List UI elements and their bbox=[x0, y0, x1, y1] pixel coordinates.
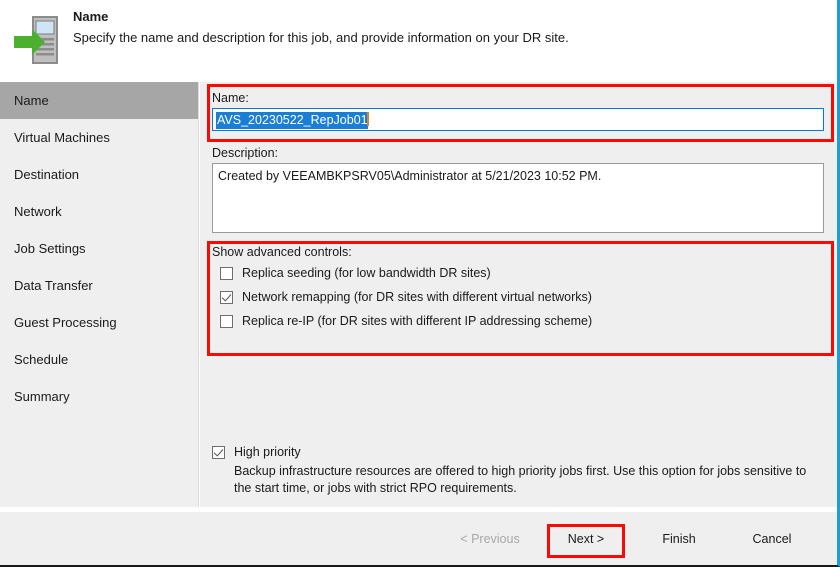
checkbox-row-replica-re-ip[interactable]: Replica re-IP (for DR sites with differe… bbox=[212, 313, 824, 329]
advanced-controls-group: Show advanced controls: Replica seeding … bbox=[212, 245, 824, 337]
sidebar-item-network[interactable]: Network bbox=[0, 193, 198, 230]
dialog-footer: < Previous Next > Finish Cancel bbox=[0, 510, 837, 565]
checkbox-replica-re-ip[interactable] bbox=[220, 315, 233, 328]
description-label: Description: bbox=[212, 146, 824, 160]
page-subtitle: Specify the name and description for thi… bbox=[73, 28, 569, 47]
sidebar-item-job-settings[interactable]: Job Settings bbox=[0, 230, 198, 267]
checkbox-replica-seeding[interactable] bbox=[220, 267, 233, 280]
checkbox-label-network-remapping: Network remapping (for DR sites with dif… bbox=[242, 289, 592, 305]
wizard-dialog: Name Specify the name and description fo… bbox=[0, 0, 840, 567]
checkbox-label-replica-re-ip: Replica re-IP (for DR sites with differe… bbox=[242, 313, 592, 329]
sidebar-item-guest-processing[interactable]: Guest Processing bbox=[0, 304, 198, 341]
header-text-group: Name Specify the name and description fo… bbox=[73, 8, 569, 47]
sidebar-item-name[interactable]: Name bbox=[0, 82, 198, 119]
checkbox-row-replica-seeding[interactable]: Replica seeding (for low bandwidth DR si… bbox=[212, 265, 824, 281]
sidebar-item-virtual-machines[interactable]: Virtual Machines bbox=[0, 119, 198, 156]
checkbox-row-high-priority[interactable]: High priority bbox=[212, 444, 812, 460]
description-textarea[interactable]: Created by VEEAMBKPSRV05\Administrator a… bbox=[212, 163, 824, 233]
name-field-group: Name: AVS_20230522_RepJob01 bbox=[212, 91, 824, 131]
checkbox-high-priority[interactable] bbox=[212, 446, 225, 459]
previous-button[interactable]: < Previous bbox=[445, 526, 535, 552]
checkbox-label-high-priority: High priority bbox=[234, 444, 301, 460]
sidebar-item-destination[interactable]: Destination bbox=[0, 156, 198, 193]
sidebar-item-data-transfer[interactable]: Data Transfer bbox=[0, 267, 198, 304]
main-panel: Name: AVS_20230522_RepJob01 Description:… bbox=[200, 82, 837, 507]
high-priority-group: High priority Backup infrastructure reso… bbox=[212, 444, 812, 497]
high-priority-description: Backup infrastructure resources are offe… bbox=[234, 463, 812, 497]
job-name-value: AVS_20230522_RepJob01 bbox=[216, 112, 368, 129]
replication-job-server-arrow-icon bbox=[12, 12, 62, 68]
cancel-button[interactable]: Cancel bbox=[733, 526, 811, 552]
next-button[interactable]: Next > bbox=[547, 526, 625, 552]
advanced-controls-label: Show advanced controls: bbox=[212, 245, 824, 259]
sidebar-item-summary[interactable]: Summary bbox=[0, 378, 198, 415]
dialog-header: Name Specify the name and description fo… bbox=[0, 0, 837, 82]
finish-button[interactable]: Finish bbox=[640, 526, 718, 552]
text-caret bbox=[367, 112, 369, 126]
checkbox-network-remapping[interactable] bbox=[220, 291, 233, 304]
page-title: Name bbox=[73, 8, 569, 26]
wizard-step-sidebar: Name Virtual Machines Destination Networ… bbox=[0, 82, 199, 507]
checkbox-label-replica-seeding: Replica seeding (for low bandwidth DR si… bbox=[242, 265, 491, 281]
job-name-input[interactable]: AVS_20230522_RepJob01 bbox=[212, 108, 824, 131]
name-label: Name: bbox=[212, 91, 824, 105]
description-field-group: Description: Created by VEEAMBKPSRV05\Ad… bbox=[212, 146, 824, 233]
checkbox-row-network-remapping[interactable]: Network remapping (for DR sites with dif… bbox=[212, 289, 824, 305]
sidebar-item-schedule[interactable]: Schedule bbox=[0, 341, 198, 378]
